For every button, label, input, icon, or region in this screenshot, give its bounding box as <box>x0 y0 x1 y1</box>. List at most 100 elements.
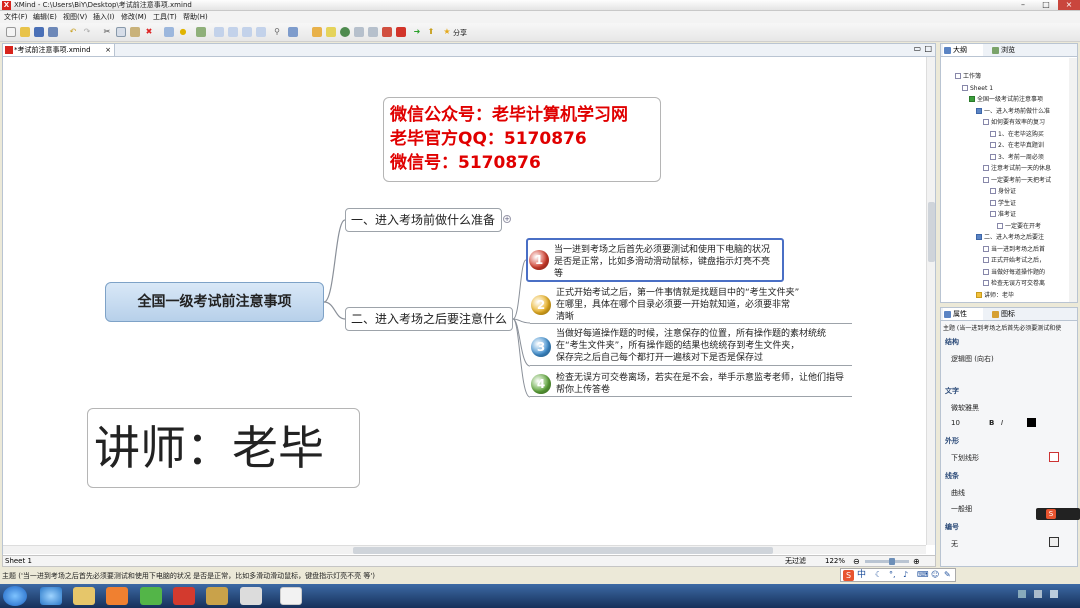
tab-icons[interactable]: 图标 <box>991 308 1015 320</box>
tray-flag-icon[interactable] <box>1050 590 1058 598</box>
outline-item[interactable]: 讲师：老毕 <box>976 291 1014 300</box>
structure-value[interactable]: 逻辑图 (向右) <box>951 354 994 364</box>
bold-button[interactable]: B <box>989 419 994 427</box>
subtopic-2[interactable]: 2 正式开始考试之后，第一件事情就是找题目中的“考生文件夹” 在哪里，具体在哪个… <box>530 286 852 324</box>
horizontal-scroll-thumb[interactable] <box>353 547 773 554</box>
outline-item[interactable]: 当做好每道操作题的 <box>983 268 1045 277</box>
tab-overview-label: 浏览 <box>1001 46 1015 54</box>
topic-node-icon <box>976 107 982 114</box>
sheet-tab[interactable]: Sheet 1 <box>5 556 32 567</box>
outline-item[interactable]: 当一进到考场之后首 <box>983 245 1046 254</box>
shape-value[interactable]: 下划线形 <box>951 453 979 463</box>
outline-item-label: 当一进到考场之后首 <box>991 245 1046 253</box>
subtopic-line: 当做好每道操作题的时候，注意保存的位置，所有操作题的素材统统 <box>556 329 827 339</box>
ime-tools-icon[interactable]: ✎ <box>944 570 951 579</box>
subtopic-3[interactable]: 3 当做好每道操作题的时候，注意保存的位置，所有操作题的素材统统 在“考生文件夹… <box>530 328 852 366</box>
promo-topic[interactable]: 微信公众号：老毕计算机学习网 老毕官方QQ：5170876 微信号：517087… <box>383 97 661 182</box>
ie-browser-icon[interactable] <box>40 587 62 605</box>
outline-item[interactable]: 检查无误方可交卷离 <box>983 280 1045 288</box>
outline-item[interactable]: 身份证 <box>990 188 1016 196</box>
wechat-icon[interactable] <box>140 587 162 605</box>
tab-outline[interactable]: 大纲 <box>943 44 983 56</box>
font-name-select[interactable]: 微软雅黑 <box>951 403 979 413</box>
tray-network-icon[interactable] <box>1018 590 1026 598</box>
outline-item[interactable]: 3、考前一周必须 <box>990 153 1044 162</box>
tab-properties[interactable]: 属性 <box>943 308 983 320</box>
subtopic-line: 保存完之后自己每个都打开一遍核对下是否是保存过 <box>556 353 764 363</box>
outline-item-label: 一定要在开考 <box>1005 222 1042 230</box>
tab-overview[interactable]: 浏览 <box>991 44 1015 56</box>
section-numbering[interactable]: 编号 <box>945 522 959 532</box>
line-shape-value[interactable]: 曲线 <box>951 488 965 498</box>
subtopic-1[interactable]: 1 当一进到考场之后首先必须要测试和使用下电脑的状况 是否是正常，比如多滑动滑动… <box>526 238 784 282</box>
ime-mic-icon[interactable]: ♪ <box>903 570 908 579</box>
outline-item[interactable]: Sheet 1 <box>962 84 993 93</box>
outline-item[interactable]: 全国一级考试前注意事项 <box>969 96 1043 104</box>
fill-color-swatch[interactable] <box>1049 452 1059 462</box>
outline-item[interactable]: 一定要考前一天把考试 <box>983 176 1051 185</box>
ime-floating-widget[interactable]: S <box>1036 508 1080 520</box>
zoom-slider[interactable] <box>865 560 909 563</box>
vertical-scroll-thumb[interactable] <box>928 202 935 262</box>
ime-toolbar[interactable]: S 中 ☾ °, ♪ ⌨ ☺ ✎ <box>840 568 956 582</box>
outline-item[interactable]: 2、在老毕真题训 <box>990 142 1044 150</box>
italic-button[interactable]: I <box>1001 419 1003 427</box>
font-size-select[interactable]: 10 <box>951 419 960 427</box>
tools-app-icon[interactable] <box>206 587 228 605</box>
numbering-value[interactable]: 无 <box>951 539 958 549</box>
outline-panel: 大纲 浏览 工作簿 Sheet 1 全国一级考试前注意事项 一、进入考场前做什么准 如何… <box>940 43 1078 303</box>
tray-volume-icon[interactable] <box>1034 590 1042 598</box>
outline-item[interactable]: 工作簿 <box>955 73 981 81</box>
zoom-slider-knob[interactable] <box>889 558 895 565</box>
outline-item[interactable]: 二、进入考场之后要注 <box>976 234 1044 242</box>
numbering-settings-icon[interactable] <box>1049 537 1059 547</box>
outline-item[interactable]: 如何要有效率的复习 <box>983 119 1045 127</box>
outline-item-label: 检查无误方可交卷离 <box>991 280 1046 287</box>
ime-skin-icon[interactable]: ☺ <box>931 570 939 579</box>
branch-topic-after-entering[interactable]: 二、进入考场之后要注意什么 <box>345 307 513 331</box>
section-line[interactable]: 线条 <box>945 471 959 481</box>
section-structure[interactable]: 结构 <box>945 337 959 347</box>
outline-item[interactable]: 1、在老毕这购买 <box>990 130 1044 139</box>
uc-browser-icon[interactable] <box>106 587 128 605</box>
canvas-horizontal-scrollbar[interactable] <box>3 545 926 554</box>
branch-topic-before-exam[interactable]: 一、进入考场前做什么准备 <box>345 208 502 232</box>
teacher-topic[interactable]: 讲师：老毕 <box>87 408 360 488</box>
topic-node-icon <box>983 119 989 125</box>
outline-item[interactable]: 正式开始考试之后， <box>983 257 1045 265</box>
filter-status[interactable]: 无过滤 <box>785 556 806 567</box>
section-text[interactable]: 文字 <box>945 386 959 396</box>
topic-node-icon <box>976 291 982 298</box>
ime-language[interactable]: 中 <box>857 569 866 582</box>
outline-item-label: 全国一级考试前注意事项 <box>977 96 1044 103</box>
subtopic-line: 帮你上传答卷 <box>556 385 611 395</box>
section-shape[interactable]: 外形 <box>945 436 959 446</box>
canvas-vertical-scrollbar[interactable] <box>926 57 935 545</box>
text-color-swatch[interactable] <box>1027 418 1036 427</box>
sogou-ime-icon[interactable]: S <box>843 570 854 581</box>
topic-node-icon <box>983 268 989 275</box>
ime-keyboard-icon[interactable]: ⌨ <box>917 570 929 579</box>
zoom-level[interactable]: 122% <box>825 556 845 567</box>
zoom-in-icon[interactable]: ⊕ <box>913 556 920 567</box>
ime-punct-icon[interactable]: °, <box>889 570 896 579</box>
outline-item[interactable]: 注意考试前一天的休息 <box>983 165 1051 173</box>
zoom-out-icon[interactable]: ⊖ <box>853 556 860 567</box>
player-app-icon[interactable] <box>240 587 262 605</box>
subtopic-line: 正式开始考试之后，第一件事情就是找题目中的“考生文件夹” <box>556 288 800 298</box>
line-width-value[interactable]: 一般细 <box>951 504 972 514</box>
ime-moon-icon[interactable]: ☾ <box>875 570 882 579</box>
outline-item[interactable]: 准考证 <box>990 211 1016 219</box>
app-red-icon[interactable] <box>173 587 195 605</box>
outline-scrollbar[interactable] <box>1069 58 1077 302</box>
central-topic[interactable]: 全国一级考试前注意事项 <box>105 282 324 322</box>
start-button-icon[interactable] <box>3 586 27 606</box>
outline-item[interactable]: 学生证 <box>990 199 1016 208</box>
outline-item[interactable]: 一、进入考场前做什么准 <box>976 107 1050 116</box>
outline-item[interactable]: 一定要在开考 <box>997 222 1042 231</box>
file-explorer-icon[interactable] <box>73 587 95 605</box>
xmind-taskbar-icon[interactable] <box>280 587 302 605</box>
sogou-logo-icon: S <box>1046 509 1056 519</box>
subtopic-4[interactable]: 4 检查无误方可交卷离场，若实在是不会，举手示意监考老师，让他们指导 帮你上传答… <box>530 371 852 397</box>
expand-collapse-icon[interactable]: + <box>503 215 511 223</box>
